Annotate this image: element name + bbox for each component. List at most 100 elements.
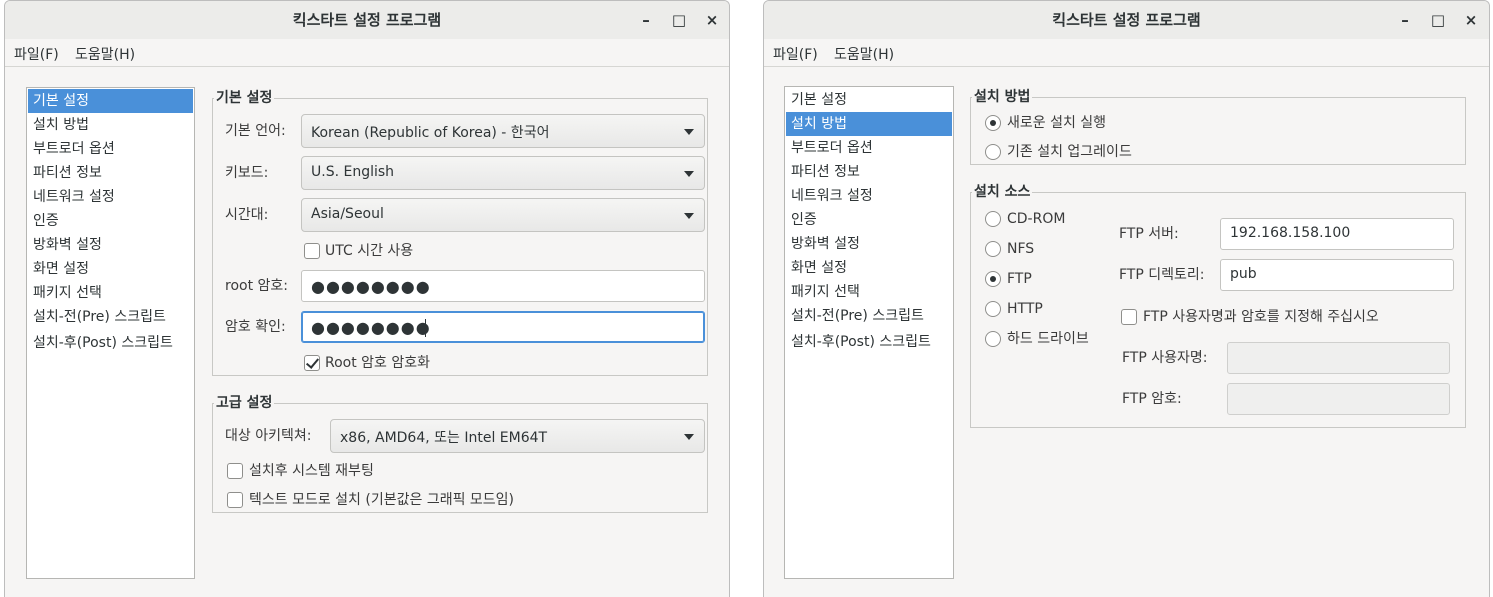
specify-ftp-user-label: FTP 사용자명과 암호를 지정해 주십시오 [1143, 309, 1379, 325]
hard-drive-label: 하드 드라이브 [1007, 331, 1089, 347]
keyboard-value: U.S. English [311, 164, 395, 180]
chevron-down-icon [684, 434, 694, 440]
window-title: 킥스타트 설정 프로그램 [5, 1, 729, 39]
sidebar-item-network[interactable]: 네트워크 설정 [28, 185, 193, 209]
utc-label: UTC 시간 사용 [325, 243, 414, 259]
keyboard-dropdown[interactable]: U.S. English [301, 156, 705, 190]
new-install-label: 새로운 설치 실행 [1007, 115, 1107, 131]
sidebar-item-auth[interactable]: 인증 [28, 209, 193, 233]
language-dropdown[interactable]: Korean (Republic of Korea) - 한국어 [301, 114, 705, 148]
ftp-server-input[interactable]: 192.168.158.100 [1220, 218, 1454, 250]
utc-checkbox[interactable] [304, 243, 320, 259]
arch-label: 대상 아키텍쳐: [225, 428, 312, 444]
sidebar-item-post-script[interactable]: 설치-후(Post) 스크립트 [786, 330, 952, 354]
sidebar-item-pre-script[interactable]: 설치-전(Pre) 스크립트 [786, 304, 952, 328]
confirm-password-value: ●●●●●●●● [311, 318, 431, 337]
nfs-radio[interactable] [985, 241, 1001, 257]
sidebar-item-display[interactable]: 화면 설정 [786, 256, 952, 280]
menu-help[interactable]: 도움말(H) [834, 44, 894, 64]
close-icon[interactable]: × [702, 10, 722, 30]
close-icon[interactable]: × [1461, 10, 1481, 30]
install-method-title: 설치 방법 [972, 88, 1033, 106]
sidebar-item-firewall[interactable]: 방화벽 설정 [786, 232, 952, 256]
language-value: Korean (Republic of Korea) - 한국어 [311, 125, 550, 141]
sidebar-item-display[interactable]: 화면 설정 [28, 257, 193, 281]
encrypt-root-label: Root 암호 암호화 [325, 355, 431, 371]
sidebar-item-auth[interactable]: 인증 [786, 208, 952, 232]
reboot-checkbox[interactable] [227, 463, 243, 479]
minimize-icon[interactable]: – [636, 10, 656, 30]
menu-bar: 파일(F) 도움말(H) [764, 39, 1489, 67]
minimize-icon[interactable]: – [1395, 10, 1415, 30]
http-label: HTTP [1007, 301, 1043, 317]
timezone-dropdown[interactable]: Asia/Seoul [301, 198, 705, 232]
sidebar-item-bootloader[interactable]: 부트로더 옵션 [28, 137, 193, 161]
text-caret [425, 319, 426, 337]
install-source-title: 설치 소스 [972, 183, 1033, 201]
ftp-server-label: FTP 서버: [1119, 226, 1179, 242]
text-mode-checkbox[interactable] [227, 492, 243, 508]
ftp-password-input[interactable] [1227, 383, 1450, 415]
kickstart-window-basic: 킥스타트 설정 프로그램 – □ × 파일(F) 도움말(H) 기본 설정 설치… [4, 0, 730, 597]
upgrade-radio[interactable] [985, 144, 1001, 160]
sidebar-item-post-script[interactable]: 설치-후(Post) 스크립트 [28, 331, 193, 355]
sidebar-item-basic[interactable]: 기본 설정 [786, 88, 952, 112]
chevron-down-icon [684, 129, 694, 135]
sidebar-item-packages[interactable]: 패키지 선택 [786, 280, 952, 304]
root-password-value: ●●●●●●●● [311, 277, 431, 296]
specify-ftp-user-checkbox[interactable] [1121, 309, 1137, 325]
timezone-label: 시간대: [225, 207, 269, 223]
sidebar-item-partition[interactable]: 파티션 정보 [786, 160, 952, 184]
category-list: 기본 설정 설치 방법 부트로더 옵션 파티션 정보 네트워크 설정 인증 방화… [784, 86, 954, 579]
sidebar-item-basic[interactable]: 기본 설정 [28, 89, 193, 113]
root-password-input[interactable]: ●●●●●●●● [301, 270, 705, 302]
arch-value: x86, AMD64, 또는 Intel EM64T [340, 430, 548, 446]
encrypt-root-checkbox[interactable] [304, 355, 320, 371]
keyboard-label: 키보드: [225, 165, 269, 181]
chevron-down-icon [684, 213, 694, 219]
sidebar-item-firewall[interactable]: 방화벽 설정 [28, 233, 193, 257]
category-list: 기본 설정 설치 방법 부트로더 옵션 파티션 정보 네트워크 설정 인증 방화… [26, 87, 195, 579]
menu-bar: 파일(F) 도움말(H) [5, 39, 729, 67]
sidebar-item-partition[interactable]: 파티션 정보 [28, 161, 193, 185]
maximize-icon[interactable]: □ [1428, 10, 1448, 30]
cdrom-label: CD-ROM [1007, 211, 1066, 227]
ftp-directory-input[interactable]: pub [1220, 259, 1454, 291]
window-title: 킥스타트 설정 프로그램 [764, 1, 1489, 39]
timezone-value: Asia/Seoul [311, 206, 384, 222]
ftp-directory-value: pub [1230, 266, 1257, 282]
menu-file[interactable]: 파일(F) [14, 44, 59, 64]
nfs-label: NFS [1007, 241, 1035, 257]
cdrom-radio[interactable] [985, 211, 1001, 227]
chevron-down-icon [684, 171, 694, 177]
arch-dropdown[interactable]: x86, AMD64, 또는 Intel EM64T [330, 419, 705, 453]
ftp-username-label: FTP 사용자명: [1122, 350, 1208, 366]
kickstart-window-install-method: 킥스타트 설정 프로그램 – □ × 파일(F) 도움말(H) 기본 설정 설치… [763, 0, 1490, 597]
advanced-settings-title: 고급 설정 [214, 394, 275, 412]
ftp-radio[interactable] [985, 271, 1001, 287]
hard-drive-radio[interactable] [985, 331, 1001, 347]
basic-settings-title: 기본 설정 [214, 89, 275, 107]
ftp-label: FTP [1007, 271, 1032, 287]
sidebar-item-pre-script[interactable]: 설치-전(Pre) 스크립트 [28, 305, 193, 329]
sidebar-item-network[interactable]: 네트워크 설정 [786, 184, 952, 208]
text-mode-label: 텍스트 모드로 설치 (기본값은 그래픽 모드임) [249, 492, 515, 508]
sidebar-item-bootloader[interactable]: 부트로더 옵션 [786, 136, 952, 160]
menu-help[interactable]: 도움말(H) [75, 44, 135, 64]
maximize-icon[interactable]: □ [669, 10, 689, 30]
http-radio[interactable] [985, 301, 1001, 317]
menu-file[interactable]: 파일(F) [773, 44, 818, 64]
sidebar-item-packages[interactable]: 패키지 선택 [28, 281, 193, 305]
root-password-label: root 암호: [225, 278, 288, 294]
sidebar-item-install-method[interactable]: 설치 방법 [786, 112, 952, 136]
confirm-password-label: 암호 확인: [225, 319, 286, 335]
ftp-server-value: 192.168.158.100 [1230, 225, 1351, 241]
ftp-directory-label: FTP 디렉토리: [1119, 267, 1205, 283]
new-install-radio[interactable] [985, 115, 1001, 131]
ftp-username-input[interactable] [1227, 342, 1450, 374]
ftp-password-label: FTP 암호: [1122, 391, 1182, 407]
upgrade-label: 기존 설치 업그레이드 [1007, 144, 1132, 160]
sidebar-item-install-method[interactable]: 설치 방법 [28, 113, 193, 137]
confirm-password-input[interactable]: ●●●●●●●● [301, 311, 705, 343]
reboot-label: 설치후 시스템 재부팅 [249, 463, 374, 479]
